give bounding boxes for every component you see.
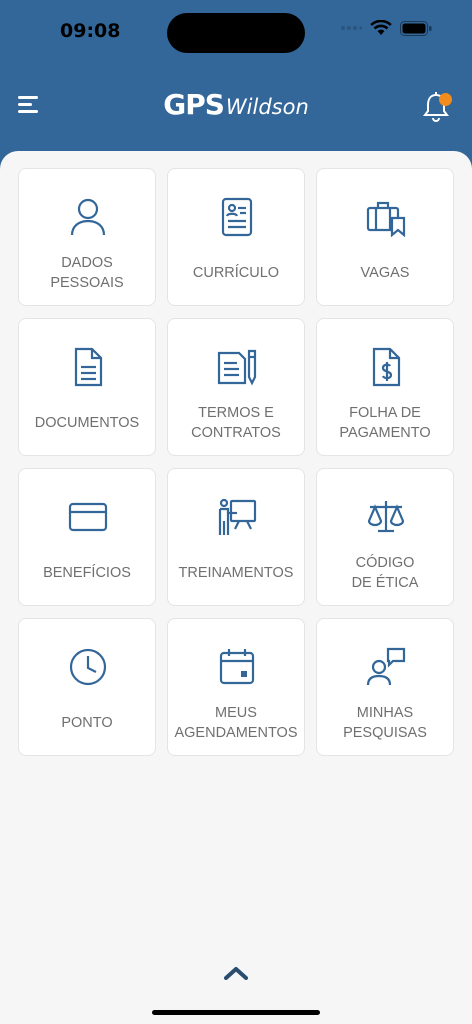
app-header: 09:08 GPSWildson (0, 0, 472, 170)
tile-label: VAGAS (360, 265, 410, 281)
menu-grid: DADOS PESSOAIS CURRÍCULO VAGAS DOCUMENTO… (18, 168, 454, 756)
logo-brand: Wildson (225, 95, 309, 119)
tile-termos-contratos[interactable]: TERMOS E CONTRATOS (167, 318, 305, 456)
app-logo: GPSWildson (0, 88, 472, 121)
notifications-button[interactable] (420, 90, 452, 124)
tile-meus-agendamentos[interactable]: MEUS AGENDAMENTOS (167, 618, 305, 756)
dynamic-island (167, 13, 305, 53)
tile-label: TREINAMENTOS (178, 565, 294, 581)
tile-label: DADOS PESSOAIS (50, 255, 124, 291)
tile-label: BENEFÍCIOS (43, 565, 131, 581)
clock-icon (69, 648, 107, 686)
tile-documentos[interactable]: DOCUMENTOS (18, 318, 156, 456)
tile-codigo-etica[interactable]: CÓDIGO DE ÉTICA (316, 468, 454, 606)
wifi-icon (370, 20, 392, 35)
tile-curriculo[interactable]: CURRÍCULO (167, 168, 305, 306)
card-icon (68, 502, 108, 532)
tile-label: DOCUMENTOS (34, 415, 140, 431)
tile-label: TERMOS E CONTRATOS (191, 405, 281, 441)
tile-label: CÓDIGO DE ÉTICA (351, 555, 419, 591)
calendar-icon (219, 649, 255, 685)
tile-label: MEUS AGENDAMENTOS (174, 705, 298, 741)
tile-label: CURRÍCULO (192, 265, 280, 281)
tile-dados-pessoais[interactable]: DADOS PESSOAIS (18, 168, 156, 306)
survey-icon (366, 647, 406, 686)
tile-treinamentos[interactable]: TREINAMENTOS (167, 468, 305, 606)
battery-icon (400, 20, 432, 36)
tile-label: MINHAS PESQUISAS (343, 705, 427, 741)
status-icons (340, 20, 432, 36)
signal-icon (341, 26, 362, 30)
tile-folha-pagamento[interactable]: FOLHA DE PAGAMENTO (316, 318, 454, 456)
briefcase-icon (366, 201, 406, 237)
training-icon (218, 498, 257, 535)
contract-icon (217, 349, 257, 386)
home-indicator (152, 1010, 320, 1015)
status-time: 09:08 (60, 20, 121, 42)
tile-label: FOLHA DE PAGAMENTO (339, 405, 431, 441)
person-icon (70, 198, 106, 236)
tile-ponto[interactable]: PONTO (18, 618, 156, 756)
tile-label: PONTO (61, 715, 113, 731)
chevron-up-icon[interactable] (224, 966, 248, 980)
tile-vagas[interactable]: VAGAS (316, 168, 454, 306)
document-icon (74, 347, 103, 387)
logo-gps: GPS (163, 88, 225, 121)
tile-beneficios[interactable]: BENEFÍCIOS (18, 468, 156, 606)
resume-icon (221, 197, 253, 237)
payroll-icon (372, 347, 401, 387)
tile-minhas-pesquisas[interactable]: MINHAS PESQUISAS (316, 618, 454, 756)
scale-icon (367, 501, 405, 533)
main-content: DADOS PESSOAIS CURRÍCULO VAGAS DOCUMENTO… (0, 151, 472, 1024)
notification-badge (439, 93, 452, 106)
